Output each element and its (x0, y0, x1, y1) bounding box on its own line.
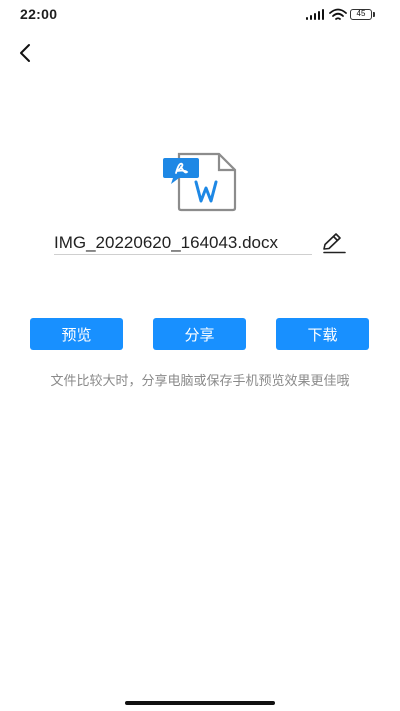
battery-tip (373, 12, 375, 17)
status-bar: 22:00 45 (0, 0, 400, 30)
edit-pencil-icon[interactable] (320, 232, 346, 254)
back-arrow-icon[interactable] (14, 40, 40, 66)
tip-text: 文件比较大时，分享电脑或保存手机预览效果更佳哦 (50, 374, 350, 389)
status-time: 22:00 (20, 6, 58, 22)
pdf-to-word-file-icon (163, 152, 237, 212)
battery-level: 45 (356, 9, 366, 18)
wifi-icon (329, 8, 347, 20)
share-button[interactable]: 分享 (153, 318, 246, 350)
signal-icon (306, 9, 326, 20)
download-button[interactable]: 下载 (276, 318, 369, 350)
battery-icon: 45 (350, 9, 372, 20)
home-indicator[interactable] (125, 701, 275, 705)
preview-button[interactable]: 预览 (30, 318, 123, 350)
file-name: IMG_20220620_164043.docx (54, 232, 312, 255)
